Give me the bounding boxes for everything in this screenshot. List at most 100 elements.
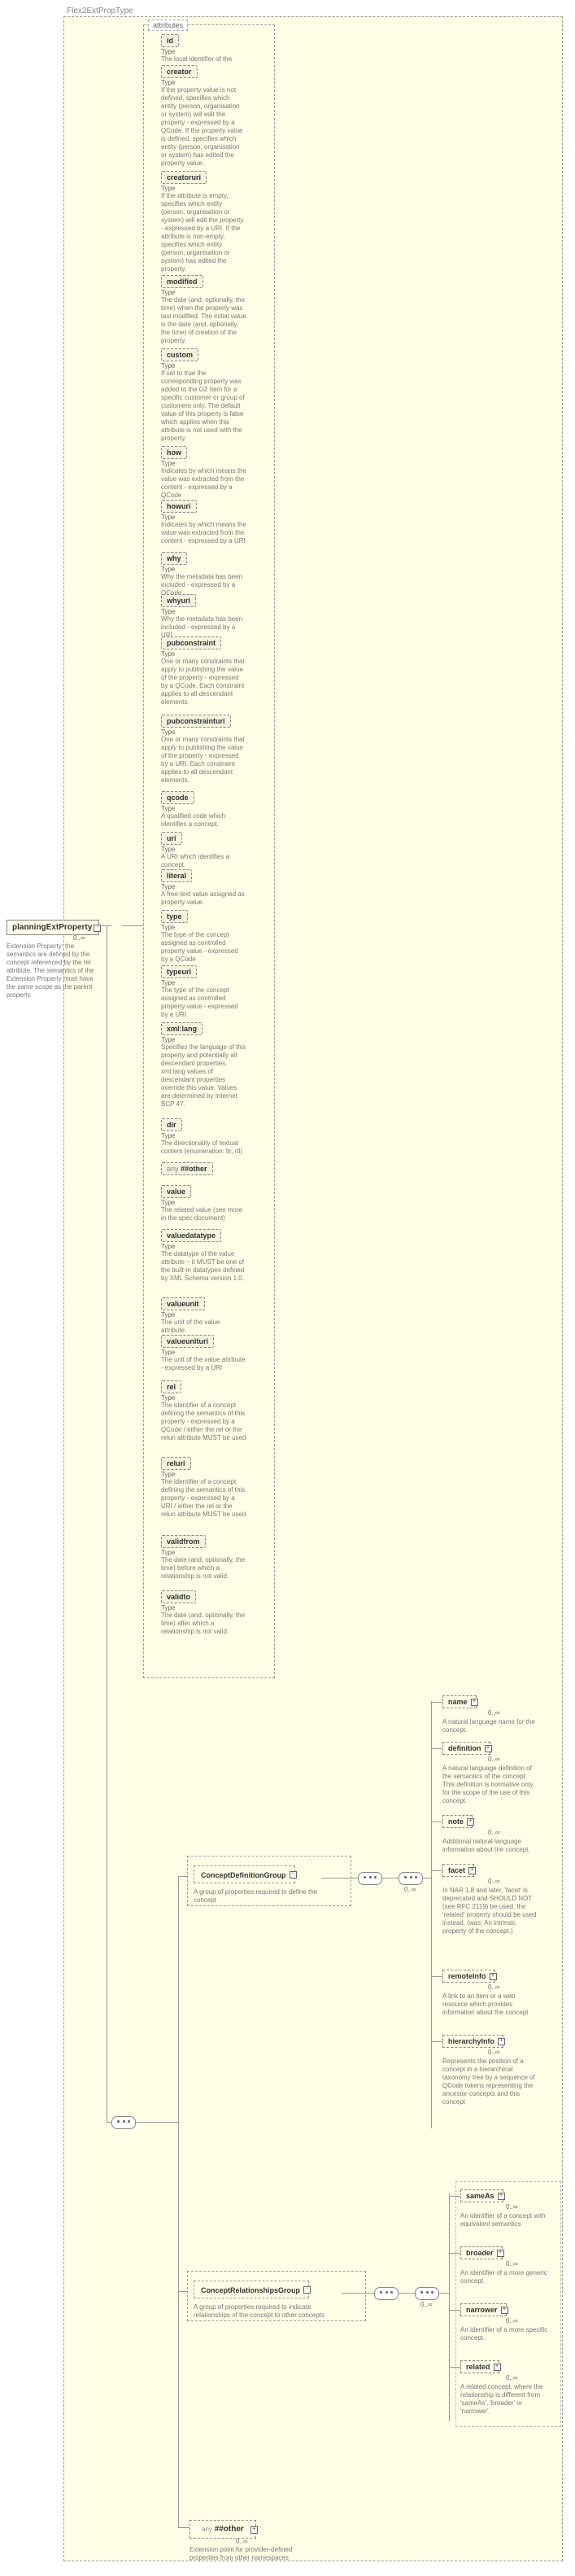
child-related: related+ — [460, 2360, 499, 2373]
attribute-creator: creatorTypeIf the property value is not … — [161, 65, 250, 168]
sequence-marker — [415, 2287, 439, 2300]
attribute-name: valueunit — [161, 1297, 205, 1310]
attribute-rel: relTypeThe identifier of a concept defin… — [161, 1380, 250, 1442]
root-desc: Extension Property: the semantics are de… — [7, 942, 94, 999]
attribute-name: creator — [161, 65, 198, 78]
attribute-type: Type — [161, 1394, 250, 1402]
attribute-name: creatoruri — [161, 171, 207, 184]
expand-icon[interactable]: + — [494, 2364, 501, 2371]
attribute-name: howuri — [161, 500, 197, 513]
attribute-type: Type — [161, 805, 250, 812]
attribute-type: Type — [161, 650, 250, 658]
attribute-name: pubconstraint — [161, 636, 221, 649]
child-desc: An identifier of a concept with equivale… — [460, 2212, 550, 2228]
attribute-name: custom — [161, 348, 198, 361]
attribute-uri: uriTypeA URI which identifies a concept. — [161, 832, 250, 869]
attribute-validfrom: validfromTypeThe date (and, optionally, … — [161, 1535, 250, 1581]
root-label: planningExtProperty — [12, 923, 92, 932]
attribute-desc: The unit of the value attribute - expres… — [161, 1356, 246, 1372]
attribute-desc: One or many constraints that apply to pu… — [161, 658, 246, 706]
expand-icon[interactable]: + — [501, 2307, 508, 2314]
relgroup-desc: A group of properties required to indica… — [194, 2303, 344, 2320]
attributes-header: attributes — [148, 20, 188, 31]
expand-icon[interactable]: + — [497, 2250, 504, 2257]
attribute-desc: Indicates by which means the value was e… — [161, 467, 246, 500]
attribute-name: typeuri — [161, 965, 197, 978]
attribute-name: why — [161, 552, 187, 565]
defgroup-desc: A group of properties required to define… — [194, 1888, 324, 1905]
attribute-typeuri: typeuriTypeThe type of the concept assig… — [161, 965, 250, 1019]
attribute-type: Type — [161, 1349, 250, 1356]
attribute-desc: The related value (see more in the spec … — [161, 1206, 246, 1222]
expand-icon[interactable]: + — [498, 2193, 505, 2200]
sequence-marker — [399, 1872, 423, 1885]
attribute-name: valueunituri — [161, 1335, 214, 1348]
attribute-type: Type — [161, 1036, 250, 1043]
expand-icon[interactable]: - — [303, 2286, 311, 2294]
sequence-marker-main — [111, 2116, 136, 2129]
attribute-valueunituri: valueunituriTypeThe unit of the value at… — [161, 1335, 250, 1372]
attribute-desc: Indicates by which means the value was e… — [161, 521, 246, 545]
attribute-type: Type — [161, 185, 250, 192]
attribute-type: Type — [161, 883, 250, 890]
concept-relationships-group: ConceptRelationshipsGroup - — [194, 2281, 309, 2298]
expand-icon[interactable]: + — [490, 1973, 497, 1980]
attribute-name: dir — [161, 1118, 182, 1131]
anyother-desc: Extension point for provider-defined pro… — [189, 2546, 295, 2562]
concept-definition-group: ConceptDefinitionGroup - — [194, 1865, 295, 1883]
attribute-name: how — [161, 446, 187, 459]
expand-icon[interactable]: - — [290, 1871, 297, 1878]
attribute-type: Type — [161, 1243, 250, 1250]
attribute-desc: One or many constraints that apply to pu… — [161, 736, 246, 785]
attribute-type: Type — [161, 979, 250, 986]
attribute-dir: dirTypeThe directionality of textual con… — [161, 1118, 250, 1156]
attribute-name: uri — [161, 832, 182, 845]
child-facet: facet+ — [442, 1864, 474, 1877]
attribute-name: modified — [161, 275, 203, 288]
attribute-type: Type — [161, 1471, 250, 1478]
type-title: Flex2ExtPropType — [67, 7, 133, 15]
attribute-desc: If the attribute is empty, specifies whi… — [161, 192, 246, 273]
attribute-qcode: qcodeTypeA qualified code which identifi… — [161, 791, 250, 829]
child-definition: definition+ — [442, 1742, 490, 1755]
attribute-pubconstraint: pubconstraintTypeOne or many constraints… — [161, 636, 250, 706]
attribute-desc: A URI which identifies a concept. — [161, 853, 246, 869]
child-desc: An identifier of a more specific concept… — [460, 2326, 550, 2342]
attribute-type: Type — [161, 460, 250, 467]
attribute-name: value — [161, 1185, 191, 1198]
attribute-valueunit: valueunitTypeThe unit of the value attri… — [161, 1297, 250, 1335]
expand-icon[interactable]: + — [485, 1745, 492, 1752]
expand-icon[interactable]: + — [467, 1818, 474, 1826]
attribute-type: Type — [161, 1311, 250, 1319]
attribute-name: qcode — [161, 791, 194, 804]
attribute-name: literal — [161, 869, 192, 882]
expand-icon[interactable]: + — [250, 2526, 258, 2534]
child-desc: Additional natural language information … — [442, 1838, 540, 1854]
attribute-desc: The identifier of a concept defining the… — [161, 1402, 246, 1442]
expand-icon[interactable]: - — [94, 925, 101, 932]
expand-icon[interactable]: + — [468, 1867, 476, 1874]
attribute-value: valueTypeThe related value (see more in … — [161, 1185, 250, 1222]
attribute-howuri: howuriTypeIndicates by which means the v… — [161, 500, 250, 545]
attribute-name: whyuri — [161, 594, 196, 607]
attribute-name: xml:lang — [161, 1022, 203, 1035]
expand-icon[interactable]: + — [498, 2038, 505, 2045]
attribute-name: valuedatatype — [161, 1229, 221, 1242]
attribute-type: Type — [161, 728, 250, 736]
attribute-literal: literalTypeA free-text value assigned as… — [161, 869, 250, 907]
attribute-desc: Specifies the language of this property … — [161, 1043, 246, 1109]
child-desc: A natural language definition of the sem… — [442, 1765, 540, 1805]
attribute-type: Type — [161, 924, 250, 931]
attribute-modified: modifiedTypeThe date (and, optionally, t… — [161, 275, 250, 345]
attribute-how: howTypeIndicates by which means the valu… — [161, 446, 250, 500]
child-name: name+ — [442, 1695, 477, 1708]
expand-icon[interactable]: + — [471, 1699, 478, 1706]
attribute-type: Type — [161, 1132, 250, 1139]
attribute-name: pubconstrainturi — [161, 715, 231, 728]
attribute-name: validto — [161, 1590, 196, 1603]
any-other-element: any ##other + — [189, 2520, 256, 2539]
attribute-why: whyTypeWhy the metadata has been include… — [161, 552, 250, 597]
attribute-type: Type — [161, 566, 250, 573]
attribute-desc: The date (and, optionally, the time) bef… — [161, 1556, 246, 1581]
attribute-name: id — [161, 34, 179, 47]
